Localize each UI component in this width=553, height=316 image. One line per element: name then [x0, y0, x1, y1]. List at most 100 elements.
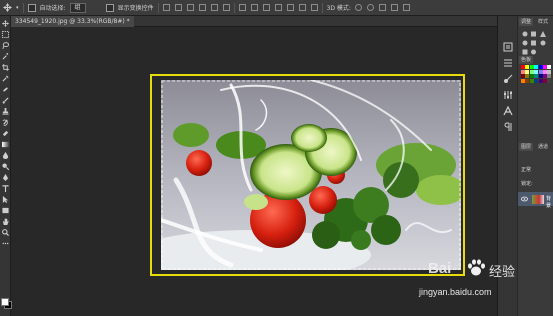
show-transform-label: 显示变换控件 [117, 5, 154, 12]
3d-mode-label: 3D 模式: [326, 5, 351, 12]
color-swatch[interactable] [521, 74, 525, 79]
baidu-jingyan-watermark: Bai 经验 jingyan.baidu.com [419, 259, 553, 316]
history-brush-tool-icon[interactable] [2, 119, 9, 126]
foreground-color-swatch[interactable] [1, 298, 9, 306]
eraser-tool-icon[interactable] [2, 130, 9, 137]
3d-drag-icon[interactable] [378, 4, 386, 11]
healing-brush-tool-icon[interactable] [2, 86, 9, 93]
color-swatch[interactable] [525, 69, 530, 74]
crop-tool-icon[interactable] [2, 64, 9, 71]
auto-align-icon[interactable] [310, 4, 318, 11]
3d-scale-icon[interactable] [402, 4, 410, 11]
color-swatch[interactable] [525, 74, 530, 79]
3d-roll-icon[interactable] [366, 4, 374, 11]
history-panel-icon[interactable] [503, 42, 513, 52]
move-tool-icon[interactable] [2, 20, 9, 27]
clone-stamp-tool-icon[interactable] [2, 108, 9, 115]
watermark-brand-tail: 经验 [489, 264, 516, 279]
eyedropper-tool-icon[interactable] [2, 75, 9, 82]
lock-label: 锁定: [521, 181, 533, 187]
align-bottom-icon[interactable] [186, 4, 194, 11]
tool-preset-chevron-icon[interactable]: ▾ [16, 5, 19, 11]
layer-thumbnail [532, 195, 544, 204]
color-swatch[interactable] [521, 65, 525, 69]
zoom-tool-icon[interactable] [2, 229, 9, 236]
color-swatch[interactable] [529, 65, 534, 69]
paragraph-panel-icon[interactable] [503, 122, 513, 132]
document-image[interactable] [161, 80, 461, 270]
color-swatch[interactable] [543, 69, 547, 74]
dodge-tool-icon[interactable] [2, 163, 9, 170]
tab-adjustments[interactable]: 调整 [519, 18, 534, 26]
distribute-top-icon[interactable] [238, 4, 246, 11]
show-transform-checkbox[interactable] [105, 3, 114, 12]
color-swatch[interactable] [534, 65, 539, 69]
pen-tool-icon[interactable] [2, 174, 9, 181]
adjustments-panel-icon[interactable] [503, 90, 513, 100]
visibility-eye-icon[interactable] [521, 196, 528, 202]
properties-panel-icon[interactable] [503, 58, 513, 68]
color-swatch[interactable] [521, 69, 525, 74]
distribute-bottom-icon[interactable] [262, 4, 270, 11]
tab-swatches[interactable]: 色板 [519, 56, 534, 64]
document-tab[interactable]: 334549_1920.jpg @ 33.3%(RGB/8#) * [11, 16, 134, 27]
divider [22, 2, 24, 13]
character-panel-icon[interactable] [503, 106, 513, 116]
distribute-hcenter-icon[interactable] [286, 4, 294, 11]
align-left-icon[interactable] [198, 4, 206, 11]
color-swatch[interactable] [547, 78, 552, 83]
3d-rotate-icon[interactable] [354, 4, 362, 11]
adjustment-icons [522, 31, 546, 55]
color-swatch[interactable] [521, 78, 525, 83]
color-swatch[interactable] [547, 69, 552, 74]
align-vcenter-icon[interactable] [174, 4, 182, 11]
color-swatch[interactable] [534, 74, 539, 79]
color-swatch[interactable] [547, 65, 552, 69]
magic-wand-tool-icon[interactable] [2, 53, 9, 60]
color-swatch[interactable] [538, 69, 543, 74]
color-swatch[interactable] [529, 69, 534, 74]
more-tools-icon[interactable] [2, 240, 9, 247]
blur-tool-icon[interactable] [2, 152, 9, 159]
color-swatch[interactable] [529, 74, 534, 79]
color-swatch[interactable] [538, 74, 543, 79]
color-swatch[interactable] [534, 69, 539, 74]
color-swatch[interactable] [543, 78, 547, 83]
color-swatch[interactable] [538, 65, 543, 69]
foreground-background-colors[interactable] [1, 298, 12, 309]
tab-styles[interactable]: 样式 [536, 18, 551, 26]
watermark-brand: Bai [428, 260, 452, 277]
brush-presets-panel-icon[interactable] [503, 74, 513, 84]
auto-select-dropdown[interactable]: 组 [69, 2, 86, 13]
color-swatch[interactable] [547, 74, 552, 79]
gradient-tool-icon[interactable] [2, 141, 9, 148]
color-swatch[interactable] [543, 65, 547, 69]
marquee-tool-icon[interactable] [2, 31, 9, 38]
distribute-right-icon[interactable] [298, 4, 306, 11]
tab-layers[interactable]: 图层 [519, 143, 534, 151]
color-swatch[interactable] [525, 65, 530, 69]
color-swatch[interactable] [538, 78, 543, 83]
swatches-grid [521, 64, 552, 114]
color-swatch[interactable] [543, 74, 547, 79]
blend-mode-dropdown[interactable]: 正常 [521, 166, 531, 173]
lasso-tool-icon[interactable] [2, 42, 9, 49]
hand-tool-icon[interactable] [2, 218, 9, 225]
distribute-vcenter-icon[interactable] [250, 4, 258, 11]
align-hcenter-icon[interactable] [210, 4, 218, 11]
align-top-icon[interactable] [162, 4, 170, 11]
color-swatch[interactable] [534, 78, 539, 83]
color-swatch[interactable] [525, 78, 530, 83]
auto-select-checkbox[interactable] [27, 3, 36, 12]
align-right-icon[interactable] [222, 4, 230, 11]
rectangle-tool-icon[interactable] [2, 207, 9, 214]
brush-tool-icon[interactable] [2, 97, 9, 104]
type-tool-icon[interactable] [2, 185, 9, 192]
path-selection-tool-icon[interactable] [2, 196, 9, 203]
distribute-buttons [238, 4, 318, 11]
move-tool-icon[interactable] [3, 3, 12, 12]
tab-channels[interactable]: 通道 [536, 143, 551, 151]
color-swatch[interactable] [529, 78, 534, 83]
distribute-left-icon[interactable] [274, 4, 282, 11]
3d-slide-icon[interactable] [390, 4, 398, 11]
